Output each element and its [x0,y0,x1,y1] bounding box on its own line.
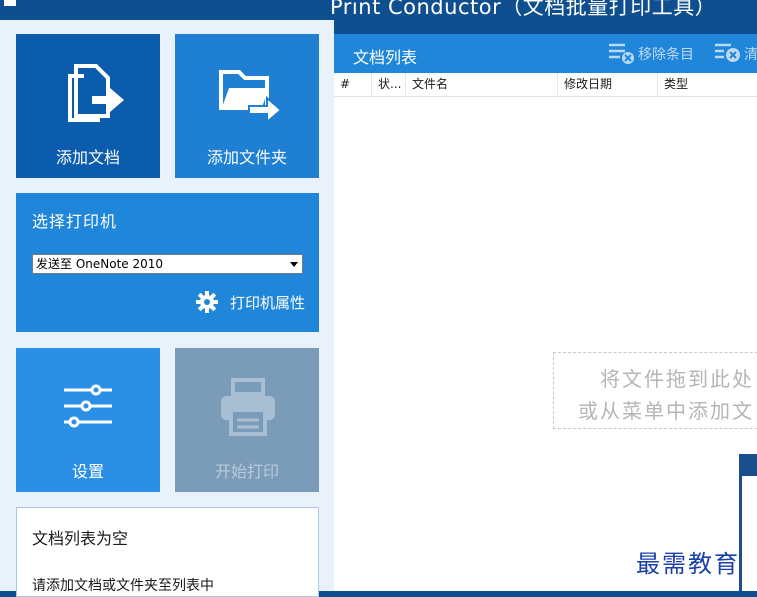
title-bar: Print Conductor（文档批量打印工具） [0,0,757,20]
document-list-header: 文档列表 移除条目 清 [334,34,757,73]
add-documents-button[interactable]: 添加文档 [16,34,160,178]
window-title: Print Conductor（文档批量打印工具） [330,0,717,19]
drop-hint-line1: 将文件拖到此处 [600,367,754,391]
start-print-label: 开始打印 [214,462,279,481]
start-print-button[interactable]: 开始打印 [175,348,319,492]
printer-selection-panel: 选择打印机 发送至 OneNote 2010 打印机属性 [16,193,319,332]
add-folder-icon [219,70,283,122]
settings-label: 设置 [71,462,104,481]
add-folder-label: 添加文件夹 [206,148,287,167]
overlapping-dialog-edge [739,454,757,591]
printer-select-value: 发送至 OneNote 2010 [36,257,164,271]
printer-section-title: 选择打印机 [32,212,118,231]
gear-icon [196,291,218,313]
app-icon [4,0,16,6]
settings-button[interactable]: 设置 [16,348,160,492]
drop-hint-line2: 或从菜单中添加文 [578,399,754,423]
printer-icon [221,378,275,436]
drop-zone-hint[interactable]: 将文件拖到此处 或从菜单中添加文 [553,352,757,429]
printer-select[interactable]: 发送至 OneNote 2010 [32,254,303,274]
add-document-icon [68,64,124,122]
column-status[interactable]: 状... [372,73,406,96]
add-folder-button[interactable]: 添加文件夹 [175,34,319,178]
column-number[interactable]: # [334,73,372,96]
status-title: 文档列表为空 [32,529,129,548]
printer-properties-label: 打印机属性 [230,294,306,312]
status-panel: 文档列表为空 请添加文档或文件夹至列表中 [16,507,319,597]
dialog-inner-edge [742,476,757,591]
document-list-title: 文档列表 [353,48,418,67]
dropdown-arrow-icon [290,262,298,267]
clear-list-label: 清 [744,47,757,63]
left-panel: 添加文档 添加文件夹 选择打印机 发送至 OneNote 2010 打印机属性 … [0,20,334,597]
clear-list-icon [715,43,740,62]
column-headers: # 状... 文件名 修改日期 类型 [334,73,757,97]
column-filename[interactable]: 文件名 [406,73,558,96]
sliders-icon [64,384,112,428]
watermark-text: 最需教育 [636,550,740,578]
remove-item-label: 移除条目 [638,47,694,63]
document-list-panel: 文档列表 移除条目 清 # 状... 文件名 修改日期 类型 将文件拖到此处 或… [334,34,757,591]
column-type[interactable]: 类型 [658,73,757,96]
remove-list-icon [609,43,634,64]
add-documents-label: 添加文档 [55,148,120,167]
column-modified-date[interactable]: 修改日期 [558,73,658,96]
status-hint: 请添加文档或文件夹至列表中 [32,578,214,594]
